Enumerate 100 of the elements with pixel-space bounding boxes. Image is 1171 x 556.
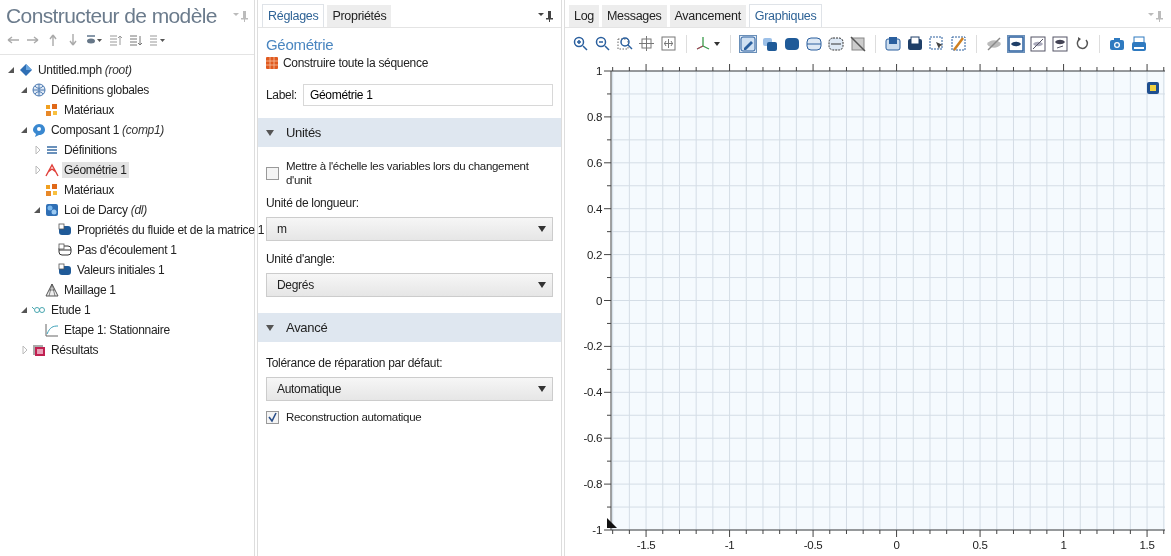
- list-menu-icon[interactable]: [149, 33, 166, 47]
- dropdown[interactable]: m: [266, 217, 553, 241]
- list-icon: [45, 143, 59, 157]
- reset-icon[interactable]: [1074, 36, 1090, 52]
- zoom-in-icon[interactable]: [573, 36, 589, 52]
- show-view-icon[interactable]: [1052, 36, 1068, 52]
- tab[interactable]: Log: [569, 5, 599, 27]
- tree-item[interactable]: Géométrie 1: [62, 162, 129, 178]
- tick-label: -1: [724, 539, 735, 551]
- tree-item[interactable]: Résultats: [49, 342, 101, 358]
- cube-icon[interactable]: [1147, 82, 1159, 94]
- build-icon: [266, 57, 278, 69]
- tick-label: 0.2: [586, 248, 602, 261]
- label-field[interactable]: Géométrie 1: [302, 84, 553, 106]
- checkbox[interactable]: [266, 166, 279, 180]
- geometry-icon: [45, 163, 59, 177]
- tab[interactable]: Avancement: [669, 5, 746, 27]
- expanded-arrow-icon: [266, 323, 274, 332]
- zoom-box-icon[interactable]: [617, 36, 633, 52]
- tree-item[interactable]: Composant 1 (comp1): [49, 122, 167, 138]
- center-icon[interactable]: [639, 36, 655, 52]
- view-icon[interactable]: [1008, 36, 1024, 52]
- domains-icon[interactable]: [762, 36, 778, 52]
- tree-item[interactable]: Définitions: [62, 142, 119, 158]
- tree-item[interactable]: Untitled.mph (root): [36, 62, 134, 78]
- tree-item[interactable]: Propriétés du fluide et de la matrice 1: [75, 222, 267, 238]
- tree-item[interactable]: Loi de Darcy (dl): [62, 202, 149, 218]
- node-icon: [58, 263, 72, 277]
- checkbox-label: Reconstruction automatique: [286, 410, 422, 424]
- expanded-arrow-icon[interactable]: [8, 65, 16, 75]
- expanded-arrow-icon[interactable]: [21, 85, 29, 95]
- box-select-icon[interactable]: [929, 36, 945, 52]
- caret-icon: [538, 226, 546, 232]
- edge-icon[interactable]: [828, 36, 844, 52]
- materials-icon: [45, 183, 59, 197]
- tree-item[interactable]: Matériaux: [62, 102, 116, 118]
- section-header[interactable]: Unités: [258, 118, 561, 147]
- tick-label: -0.2: [583, 340, 602, 353]
- component-icon: [32, 123, 46, 137]
- model-icon: [19, 63, 33, 77]
- deselect-icon[interactable]: [850, 36, 866, 52]
- box-clear-icon[interactable]: [951, 36, 967, 52]
- boundary-icon[interactable]: [806, 36, 822, 52]
- pin-icon[interactable]: [537, 9, 553, 22]
- section-title: Avancé: [286, 320, 328, 335]
- section-heading: Géométrie: [266, 36, 335, 53]
- panel-title: Constructeur de modèle: [6, 4, 217, 28]
- results-icon: [32, 343, 46, 357]
- tick-label: 0.5: [972, 539, 988, 551]
- node-icon: [58, 223, 72, 237]
- dropdown[interactable]: Degrés: [266, 273, 553, 297]
- tree-item[interactable]: Etude 1: [49, 302, 93, 318]
- hide-view-icon[interactable]: [1030, 36, 1046, 52]
- tree-item[interactable]: Etape 1: Stationnaire: [62, 322, 172, 338]
- expanded-arrow-icon[interactable]: [21, 305, 29, 315]
- expanded-arrow-icon[interactable]: [21, 125, 29, 135]
- caret-icon: [538, 282, 546, 288]
- expanded-arrow-icon[interactable]: [34, 205, 42, 215]
- camera-icon[interactable]: [1109, 36, 1125, 52]
- tree-item[interactable]: Maillage 1: [62, 282, 118, 298]
- box-icon[interactable]: [885, 36, 901, 52]
- domain-icon[interactable]: [784, 36, 800, 52]
- tree-item[interactable]: Valeurs initiales 1: [75, 262, 167, 278]
- checkbox-label: Mettre à l'échelle les variables lors du changement d'unit: [286, 159, 530, 187]
- tree-item[interactable]: Matériaux: [62, 182, 116, 198]
- node-icon: [58, 243, 72, 257]
- tab[interactable]: Graphiques: [748, 4, 823, 27]
- tick-label: -0.8: [583, 478, 602, 491]
- mesh-icon: [45, 283, 59, 297]
- hide-icon[interactable]: [986, 36, 1002, 52]
- tick-label: 1: [1060, 539, 1067, 551]
- edit-icon[interactable]: [740, 36, 756, 52]
- section-header[interactable]: Avancé: [258, 313, 561, 342]
- zoom-extents-icon[interactable]: [661, 36, 677, 52]
- checkbox[interactable]: [266, 410, 279, 424]
- tick-label: 0.8: [586, 110, 602, 123]
- tab[interactable]: Réglages: [262, 4, 325, 27]
- expanded-arrow-icon: [266, 128, 274, 137]
- zoom-out-icon[interactable]: [595, 36, 611, 52]
- tab[interactable]: Messages: [601, 5, 667, 27]
- tick-label: 0: [595, 294, 602, 307]
- dropdown[interactable]: Automatique: [266, 377, 553, 401]
- tick-label: 0.4: [586, 202, 602, 215]
- section-title: Unités: [286, 125, 322, 140]
- tick-label: 1.5: [1139, 539, 1155, 551]
- box-icon[interactable]: [907, 36, 923, 52]
- build-button[interactable]: Construire toute la séquence: [266, 56, 553, 70]
- tick-label: 0.6: [586, 156, 602, 169]
- field-label: Unité d'angle:: [266, 252, 336, 266]
- step-icon: [45, 323, 59, 337]
- tick-label: -0.4: [583, 386, 602, 399]
- globe-icon: [32, 83, 46, 97]
- tree-item[interactable]: Définitions globales: [49, 82, 152, 98]
- print-icon[interactable]: [1131, 36, 1147, 52]
- tab[interactable]: Propriétés: [327, 5, 392, 27]
- caret-icon: [538, 386, 546, 392]
- axes-icon[interactable]: [696, 36, 721, 52]
- field-label: Tolérance de réparation par défaut:: [266, 356, 444, 370]
- field-label: Unité de longueur:: [266, 196, 360, 210]
- tree-item[interactable]: Pas d'écoulement 1: [75, 242, 179, 258]
